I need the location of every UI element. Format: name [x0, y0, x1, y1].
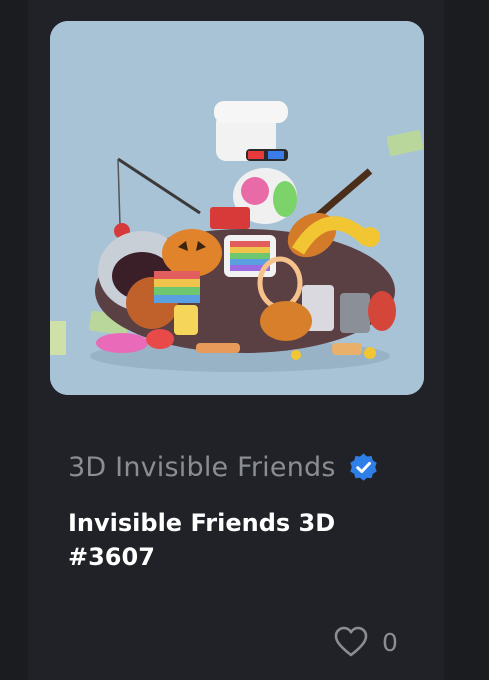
token-name[interactable]: Invisible Friends 3D #3607 [68, 506, 398, 574]
page: 3D Invisible Friends Invisible Friends 3… [0, 0, 489, 680]
nft-card[interactable]: 3D Invisible Friends Invisible Friends 3… [28, 0, 444, 680]
like-count: 0 [382, 627, 398, 657]
collection-row: 3D Invisible Friends [68, 452, 379, 483]
like-button[interactable]: 0 [334, 626, 398, 658]
nft-image[interactable] [50, 21, 424, 395]
verified-badge-icon [348, 452, 379, 483]
heart-outline-icon[interactable] [334, 626, 368, 658]
collection-name-link[interactable]: 3D Invisible Friends [68, 452, 336, 483]
nft-artwork [50, 21, 424, 395]
